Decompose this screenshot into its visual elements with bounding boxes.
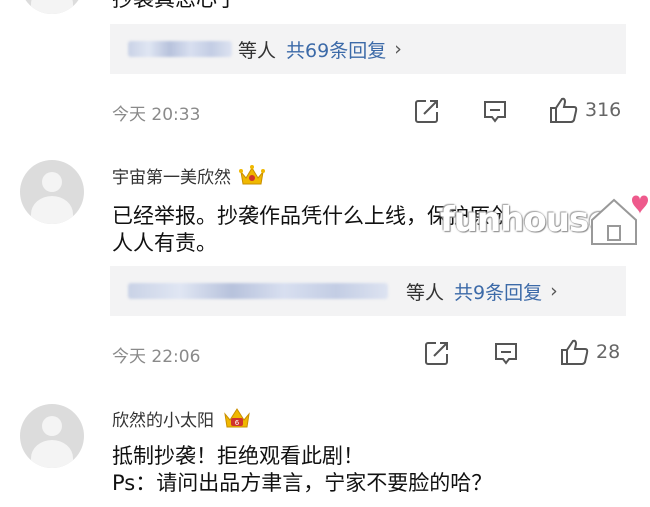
- like-count: 28: [596, 341, 621, 363]
- avatar-comment-2[interactable]: [20, 404, 84, 468]
- comment-2-text: 抵制抄袭！拒绝观看此剧！ Ps：请问出品方聿言，宁家不要脸的哈？: [112, 444, 493, 495]
- crown-icon: [239, 164, 265, 184]
- reply-suffix: 等人: [406, 281, 445, 304]
- share-button-top[interactable]: [414, 98, 440, 124]
- share-icon: [415, 100, 438, 123]
- like-count: 316: [585, 99, 622, 121]
- timestamp-top: 今天 20:33: [112, 105, 201, 125]
- chevron-right-icon: ›: [394, 38, 402, 60]
- timestamp-comment-1: 今天 22:06: [112, 347, 201, 367]
- like-button-comment-1[interactable]: 28: [560, 338, 620, 366]
- thumbs-up-icon: [561, 339, 589, 365]
- like-button-top[interactable]: 316: [549, 96, 621, 124]
- share-button-comment-1[interactable]: [424, 340, 450, 366]
- crown-level-icon: 6: [224, 408, 250, 428]
- house-heart-icon: [591, 195, 648, 245]
- reply-summary-comment-1[interactable]: 等人 共9条回复 ›: [110, 266, 626, 316]
- comment-button-top[interactable]: [482, 99, 508, 125]
- reply-count-link[interactable]: 共69条回复: [286, 36, 386, 63]
- reply-suffix: 等人: [238, 39, 277, 62]
- blurred-names: [128, 283, 388, 299]
- avatar-top[interactable]: [20, 0, 84, 14]
- comment-button-comment-1[interactable]: [493, 341, 519, 367]
- blurred-names: [128, 41, 232, 57]
- comment-icon: [484, 101, 506, 123]
- comment-top-text: 抄袭真恶心了: [112, 0, 238, 13]
- svg-text:6: 6: [235, 419, 240, 427]
- reply-summary-top[interactable]: 等人 共69条回复 ›: [110, 24, 626, 74]
- watermark: funhouse: [440, 200, 611, 240]
- avatar-comment-1[interactable]: [20, 160, 84, 224]
- chevron-right-icon: ›: [550, 280, 558, 302]
- username-comment-2[interactable]: 欣然的小太阳 6: [112, 405, 252, 431]
- reply-count-link[interactable]: 共9条回复: [454, 278, 542, 305]
- thumbs-up-icon: [550, 97, 578, 123]
- share-icon: [425, 342, 448, 365]
- comment-icon: [495, 343, 517, 365]
- username-comment-1[interactable]: 宇宙第一美欣然: [112, 163, 265, 188]
